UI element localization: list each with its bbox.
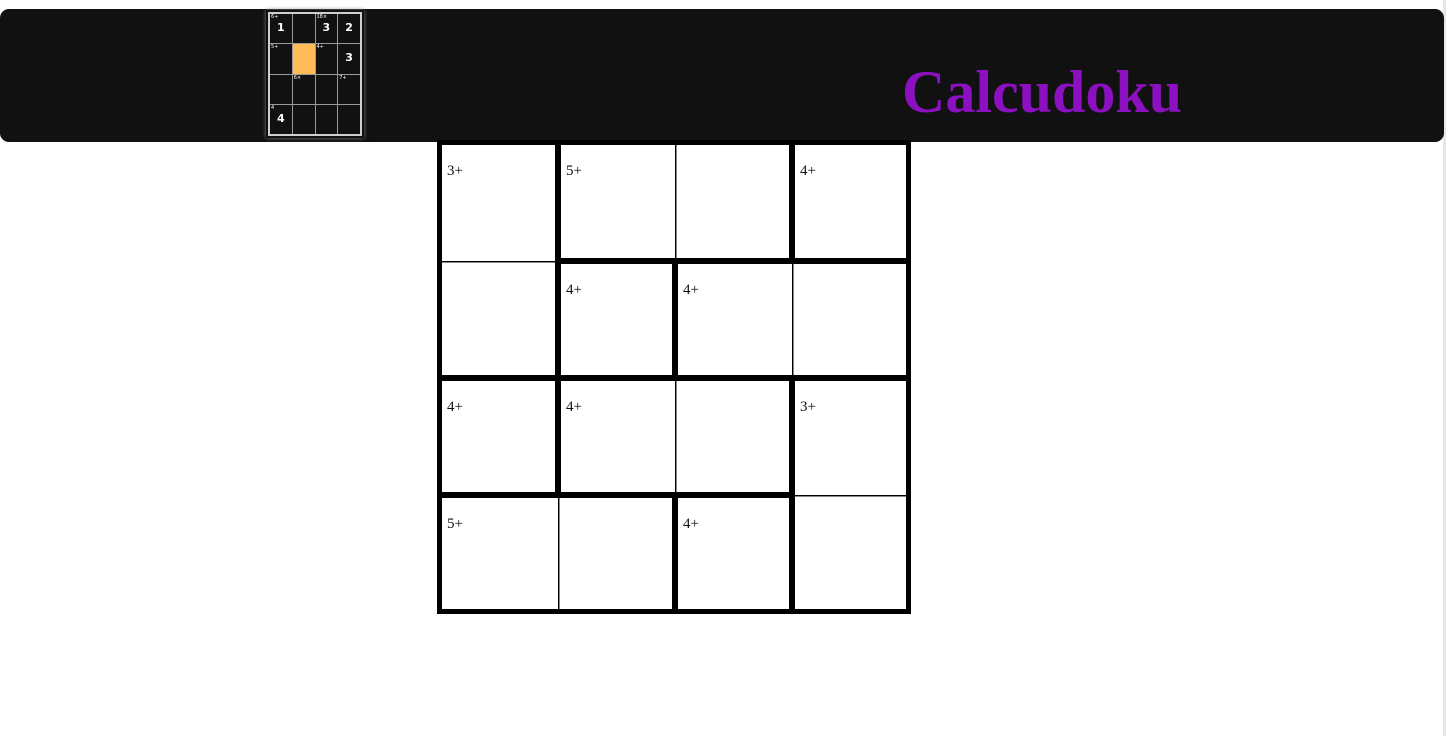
puzzle-cell[interactable]: 4+	[561, 264, 672, 375]
logo-cell: 5+	[270, 44, 292, 74]
logo-cell-clue: 6×	[293, 74, 302, 81]
puzzle-cell[interactable]: 3+	[442, 145, 555, 261]
logo-cell-clue: 18×	[316, 14, 328, 20]
logo-cell: 44	[270, 104, 292, 134]
logo-cell: 4+	[315, 44, 338, 74]
cage-clue: 4+	[683, 516, 699, 532]
puzzle-cell[interactable]: 4+	[442, 381, 555, 492]
logo-cell: 6×	[292, 74, 315, 104]
app-title: Calcudoku	[902, 59, 1183, 125]
cage-clue: 4+	[683, 282, 699, 298]
cage-clue: 4+	[447, 399, 463, 415]
cage-clue: 5+	[447, 516, 463, 532]
puzzle-cell[interactable]: 4+	[678, 264, 792, 375]
puzzle-cell[interactable]	[792, 264, 906, 375]
logo-cell	[292, 44, 315, 74]
puzzle-cell[interactable]: 4+	[795, 145, 906, 258]
cage-clue: 4+	[566, 282, 582, 298]
cage-clue: 4+	[566, 399, 582, 415]
puzzle-cell[interactable]: 5+	[442, 498, 558, 609]
app-header: Calcudoku	[0, 9, 1444, 142]
logo-cell	[315, 74, 338, 104]
cage-clue: 4+	[800, 163, 816, 179]
logo-cell	[292, 14, 315, 44]
puzzle-cell[interactable]	[675, 145, 789, 258]
logo-cell-value: 3	[322, 21, 331, 34]
logo-grid: 6+ 1 18× 3 2 5+ 4+ 3 6× 7+ 4 4	[268, 12, 362, 136]
cage-clue: 5+	[566, 163, 582, 179]
puzzle-cell[interactable]: 4+	[678, 498, 789, 609]
puzzle-cell[interactable]	[442, 261, 555, 375]
puzzle-cell[interactable]	[675, 381, 789, 492]
logo-cell-value: 3	[345, 51, 353, 65]
logo-cell-clue: 4	[271, 104, 275, 111]
puzzle-board: 3+ 5+ 4+ 4+ 4+ 4+ 4+ 3+ 5+ 4+	[437, 140, 911, 614]
logo-cell	[270, 74, 292, 104]
logo-cell	[338, 104, 360, 134]
puzzle-cell[interactable]: 5+	[561, 145, 675, 258]
puzzle-cell[interactable]: 3+	[795, 381, 906, 495]
logo-cell: 7+	[338, 74, 360, 104]
logo-cell: 2	[338, 14, 360, 44]
logo-cell: 6+ 1	[270, 14, 292, 44]
logo-cell-value: 4	[277, 111, 285, 125]
logo-cell	[292, 104, 315, 134]
calcudoku-logo: 6+ 1 18× 3 2 5+ 4+ 3 6× 7+ 4 4	[266, 10, 364, 138]
logo-cell-value: 1	[277, 21, 285, 34]
puzzle-cell[interactable]	[795, 495, 906, 609]
cage-clue: 3+	[800, 399, 816, 415]
logo-cell-clue: 4+	[316, 44, 324, 51]
logo-cell: 3	[338, 44, 360, 74]
logo-cell-clue: 5+	[271, 44, 279, 51]
logo-cell	[315, 104, 338, 134]
logo-cell-value: 2	[345, 21, 353, 34]
puzzle-cell[interactable]	[558, 498, 672, 609]
logo-cell-clue: 6+	[271, 14, 279, 20]
logo-cell-clue: 7+	[339, 74, 347, 81]
cage-clue: 3+	[447, 163, 463, 179]
logo-cell: 18× 3	[315, 14, 338, 44]
puzzle-cell[interactable]: 4+	[561, 381, 675, 492]
